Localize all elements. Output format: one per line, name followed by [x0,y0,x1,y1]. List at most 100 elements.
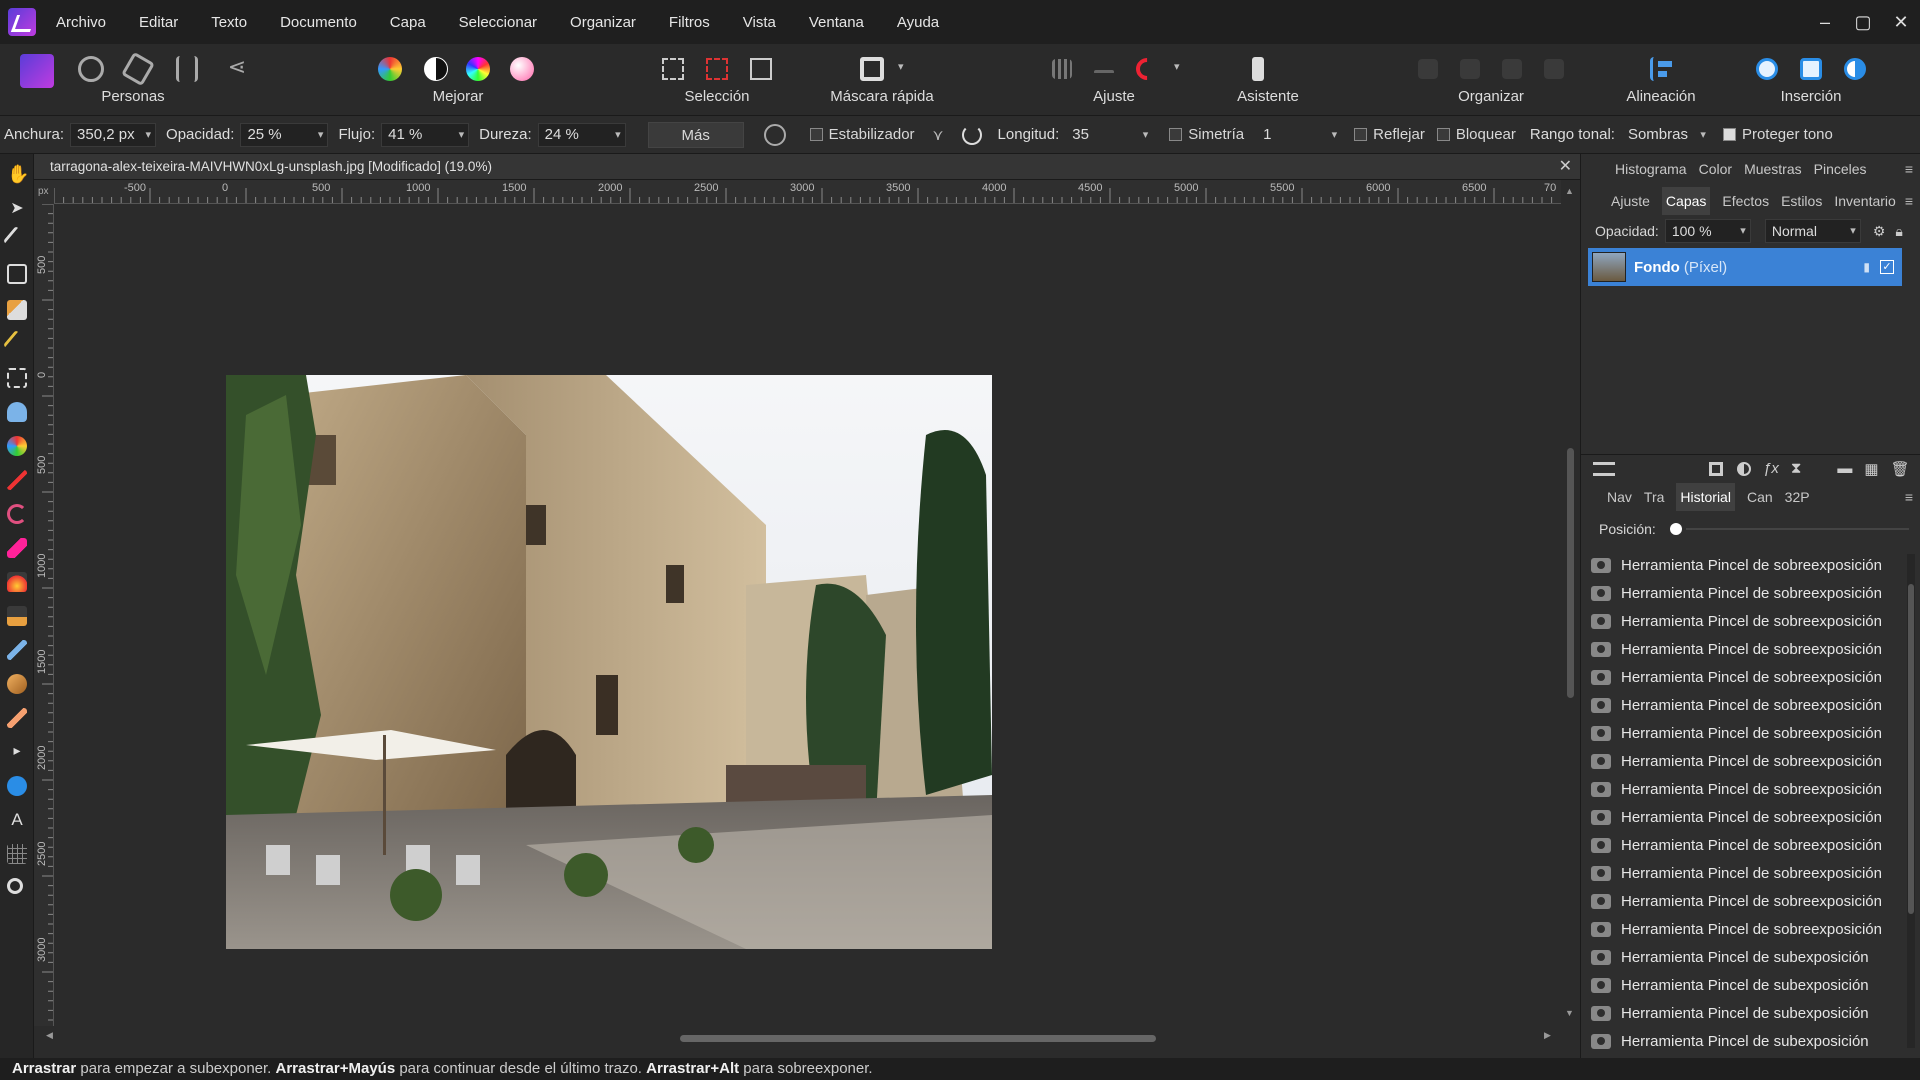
paint-brush-tool-icon[interactable] [7,470,27,490]
blend-mode-select[interactable]: Normal [1764,219,1861,243]
zoom-tool-icon[interactable] [7,878,23,894]
symmetry-field[interactable]: 1 [1256,123,1342,147]
vertical-scrollbar[interactable]: ▲ ▼ [1561,180,1580,1026]
history-item[interactable]: Herramienta Pincel de sobreexposición [1581,887,1901,915]
hardness-field[interactable]: 24 % [537,122,626,147]
panel-menu-icon[interactable]: ≡ [1905,193,1913,209]
history-item[interactable]: Herramienta Pincel de sobreexposición [1581,635,1901,663]
insert-adjustment-icon[interactable] [1844,58,1866,80]
assistant-icon[interactable] [1252,57,1264,81]
history-item[interactable]: Herramienta Pincel de subexposición [1581,1027,1901,1051]
history-item[interactable]: Herramienta Pincel de sobreexposición [1581,775,1901,803]
snapping-magnet-icon[interactable] [1131,53,1163,85]
maximize-icon[interactable]: ▢ [1844,12,1882,33]
export-persona-icon[interactable]: ⋖ [222,54,252,84]
history-item[interactable]: Herramienta Pincel de sobreexposición [1581,579,1901,607]
tonal-range-select[interactable]: Sombras [1621,123,1711,147]
arrange-back-icon[interactable] [1418,59,1438,79]
menu-archivo[interactable]: Archivo [56,14,106,31]
brush-settings-icon[interactable] [763,123,786,146]
history-item[interactable]: Herramienta Pincel de subexposición [1581,943,1901,971]
photo-persona-icon[interactable] [20,54,54,88]
history-item[interactable]: Herramienta Pincel de subexposición [1581,999,1901,1027]
canvas-area[interactable] [54,204,1561,1026]
close-window-icon[interactable]: ✕ [1882,12,1920,33]
tab-32p[interactable]: 32P [1785,489,1810,505]
smudge-brush-tool-icon[interactable] [7,674,27,694]
history-item[interactable]: Herramienta Pincel de sobreexposición [1581,747,1901,775]
move-tool-icon[interactable]: ➤ [7,198,27,218]
view-tool-icon[interactable]: ✋ [7,164,29,184]
mask-layer-icon[interactable] [1709,461,1723,476]
arrange-backward-icon[interactable] [1460,59,1480,79]
menu-ventana[interactable]: Ventana [809,14,864,31]
panel-menu-icon[interactable]: ≡ [1905,489,1913,505]
add-pixel-layer-icon[interactable]: ▦ [1864,460,1878,478]
stabilizer-checkbox[interactable] [809,128,823,141]
flow-field[interactable]: 41 % [381,122,470,147]
color-replacement-tool-icon[interactable] [7,504,27,524]
history-item[interactable]: Herramienta Pincel de subexposición [1581,971,1901,999]
auto-contrast-icon[interactable] [424,57,448,81]
history-item[interactable]: Herramienta Pincel de sobreexposición [1581,915,1901,943]
layer-settings-icon[interactable]: ⚙ [1873,223,1886,240]
history-item[interactable]: Herramienta Pincel de sobreexposición [1581,607,1901,635]
quick-mask-dropdown-icon[interactable]: ▾ [898,60,904,73]
history-item[interactable]: Herramienta Pincel de sobreexposición [1581,691,1901,719]
scroll-right-icon[interactable]: ▶ [1544,1030,1551,1041]
more-button[interactable]: Más [647,121,744,148]
menu-capa[interactable]: Capa [390,14,426,31]
document-image[interactable] [226,375,992,949]
scroll-down-icon[interactable]: ▼ [1565,1008,1574,1018]
flood-select-tool-icon[interactable] [2,329,32,359]
quick-mask-icon[interactable] [860,57,884,81]
mirror-checkbox[interactable] [1354,128,1368,141]
text-tool-icon[interactable]: A [7,810,27,830]
history-item[interactable]: Herramienta Pincel de sobreexposición [1581,719,1901,747]
insert-layer-icon[interactable] [1800,58,1822,80]
liquify-persona-icon[interactable] [78,56,104,82]
gradient-tool-icon[interactable] [7,436,27,456]
snapping-icon[interactable] [1052,59,1072,79]
tab-efectos[interactable]: Efectos [1722,193,1769,209]
tab-muestras[interactable]: Muestras [1744,161,1802,177]
scroll-left-icon[interactable]: ◀ [46,1030,53,1041]
layers-opacity-field[interactable]: 100 % [1664,219,1751,243]
color-picker-tool-icon[interactable] [2,225,32,255]
vertical-scroll-thumb[interactable] [1567,448,1574,698]
history-item[interactable]: Herramienta Pincel de sobreexposición [1581,831,1901,859]
layer-visibility-checkbox[interactable]: ✓ [1880,260,1894,274]
delete-layer-icon[interactable]: 🗑︎ [1891,460,1910,478]
alignment-icon[interactable] [1650,57,1672,81]
menu-seleccionar[interactable]: Seleccionar [459,14,537,31]
menu-vista[interactable]: Vista [743,14,776,31]
add-group-icon[interactable]: ▬ [1837,460,1852,477]
symmetry-checkbox[interactable] [1169,128,1183,141]
tone-mapping-persona-icon[interactable] [176,56,198,82]
insert-shape-icon[interactable] [1756,58,1778,80]
arrange-front-icon[interactable] [1544,59,1564,79]
fx-icon[interactable]: ƒx [1763,460,1779,477]
history-item[interactable]: Herramienta Pincel de sobreexposición [1581,803,1901,831]
tab-histograma[interactable]: Histograma [1615,161,1687,177]
flood-fill-tool-icon[interactable] [7,402,27,422]
deselect-icon[interactable] [706,58,728,80]
layer-lock-icon[interactable]: 🔒︎ [1895,223,1902,240]
auto-white-balance-icon[interactable] [510,57,534,81]
menu-organizar[interactable]: Organizar [570,14,636,31]
blur-brush-tool-icon[interactable] [7,640,27,660]
layer-lock-small-icon[interactable]: ▮ [1863,260,1870,274]
clone-brush-tool-icon[interactable] [7,606,27,626]
healing-brush-tool-icon[interactable] [7,708,27,728]
horizontal-scroll-thumb[interactable] [680,1035,1156,1042]
tab-ajuste[interactable]: Ajuste [1611,193,1650,209]
length-field[interactable]: 35 [1065,123,1153,147]
select-all-icon[interactable] [662,58,684,80]
mesh-warp-tool-icon[interactable] [7,844,27,864]
erase-brush-tool-icon[interactable] [7,538,27,558]
layer-row[interactable]: Fondo (Píxel) ▮ ✓ [1588,248,1902,286]
window-mode-icon[interactable] [961,124,982,145]
opacity-field[interactable]: 25 % [240,122,329,147]
rope-mode-icon[interactable]: ⋎ [933,126,944,144]
tab-historial[interactable]: Historial [1676,483,1735,511]
